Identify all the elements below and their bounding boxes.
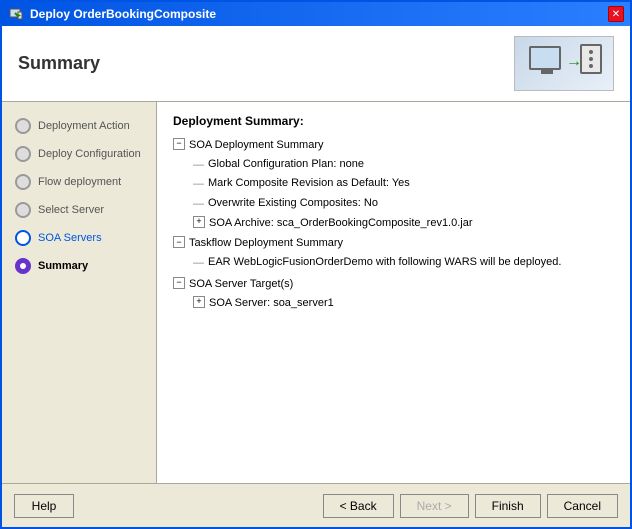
- circle-4: [15, 202, 31, 218]
- tree-label-overwrite: Overwrite Existing Composites: No: [208, 194, 378, 213]
- footer: Help < Back Next > Finish Cancel: [2, 483, 630, 527]
- tree-dash-3: —: [193, 194, 204, 214]
- tree-label-soa-target: SOA Server Target(s): [189, 275, 293, 294]
- close-button[interactable]: ✕: [608, 6, 624, 22]
- tree-label-ear: EAR WebLogicFusionOrderDemo with followi…: [208, 253, 561, 272]
- tree-label-soa-archive: SOA Archive: sca_OrderBookingComposite_r…: [209, 214, 473, 233]
- window-title: Deploy OrderBookingComposite: [30, 7, 216, 21]
- deploy-graphic: →: [524, 41, 604, 86]
- step-icon-4: [14, 201, 32, 219]
- tree-dash-4: —: [193, 253, 204, 273]
- expand-btn-soa-archive[interactable]: +: [193, 216, 205, 228]
- circle-6: [15, 258, 31, 274]
- finish-button[interactable]: Finish: [475, 494, 541, 518]
- tree-row-3: — Overwrite Existing Composites: No: [193, 194, 614, 214]
- tree-dash-2: —: [193, 174, 204, 194]
- header-area: Summary →: [2, 26, 630, 102]
- cancel-button[interactable]: Cancel: [547, 494, 618, 518]
- sidebar-label-task-flow-deployment: Flow deployment: [38, 176, 121, 188]
- step-icon-1: [14, 117, 32, 135]
- monitor-icon: [529, 46, 561, 70]
- tree-row-8: + SOA Server: soa_server1: [193, 294, 614, 313]
- sidebar-item-deployment-action: Deployment Action: [2, 112, 156, 140]
- tree-row-2: — Mark Composite Revision as Default: Ye…: [193, 174, 614, 194]
- main-panel: Deployment Summary: − SOA Deployment Sum…: [157, 102, 630, 483]
- page-title: Summary: [18, 53, 100, 74]
- tree-label-taskflow: Taskflow Deployment Summary: [189, 234, 343, 253]
- tree-row-5: − Taskflow Deployment Summary: [173, 234, 614, 253]
- step-icon-2: [14, 145, 32, 163]
- tree-label-soa-deployment: SOA Deployment Summary: [189, 136, 324, 155]
- header-graphic: →: [514, 36, 614, 91]
- window-icon: [8, 6, 24, 22]
- titlebar: Deploy OrderBookingComposite ✕: [2, 2, 630, 26]
- tree-row-6: — EAR WebLogicFusionOrderDemo with follo…: [193, 253, 614, 273]
- circle-2: [15, 146, 31, 162]
- back-button[interactable]: < Back: [323, 494, 394, 518]
- section-title: Deployment Summary:: [173, 114, 614, 128]
- tree-dash-1: —: [193, 155, 204, 175]
- server-dot-2: [589, 57, 593, 61]
- sidebar-item-task-flow-deployment: Flow deployment: [2, 168, 156, 196]
- step-icon-3: [14, 173, 32, 191]
- sidebar-item-deploy-configuration: Deploy Configuration: [2, 140, 156, 168]
- sidebar-item-summary: Summary: [2, 252, 156, 280]
- expand-btn-soa-server1[interactable]: +: [193, 296, 205, 308]
- tree-label-mark-composite: Mark Composite Revision as Default: Yes: [208, 174, 410, 193]
- sidebar-label-deploy-configuration: Deploy Configuration: [38, 148, 141, 160]
- step-icon-6: [14, 257, 32, 275]
- sidebar-label-deployment-action: Deployment Action: [38, 120, 130, 132]
- server-dot-3: [589, 64, 593, 68]
- help-button[interactable]: Help: [14, 494, 74, 518]
- deploy-window: Deploy OrderBookingComposite ✕ Summary →: [0, 0, 632, 529]
- server-dot-1: [589, 50, 593, 54]
- sidebar: Deployment Action Deploy Configuration F…: [2, 102, 157, 483]
- circle-5: [15, 230, 31, 246]
- circle-1: [15, 118, 31, 134]
- sidebar-label-soa-servers: SOA Servers: [38, 232, 102, 244]
- sidebar-item-select-server: Select Server: [2, 196, 156, 224]
- sidebar-item-soa-servers[interactable]: SOA Servers: [2, 224, 156, 252]
- server-icon: [580, 44, 602, 74]
- sidebar-label-select-server: Select Server: [38, 204, 104, 216]
- expand-btn-taskflow[interactable]: −: [173, 236, 185, 248]
- tree-row-7: − SOA Server Target(s): [173, 275, 614, 294]
- tree-row-1: — Global Configuration Plan: none: [193, 155, 614, 175]
- deployment-tree: − SOA Deployment Summary — Global Config…: [173, 136, 614, 312]
- tree-label-global-config: Global Configuration Plan: none: [208, 155, 364, 174]
- tree-row-4: + SOA Archive: sca_OrderBookingComposite…: [193, 214, 614, 233]
- tree-label-soa-server1: SOA Server: soa_server1: [209, 294, 334, 313]
- circle-3: [15, 174, 31, 190]
- expand-btn-soa-deployment[interactable]: −: [173, 138, 185, 150]
- step-icon-5: [14, 229, 32, 247]
- tree-row-0: − SOA Deployment Summary: [173, 136, 614, 155]
- expand-btn-soa-target[interactable]: −: [173, 277, 185, 289]
- next-button[interactable]: Next >: [400, 494, 469, 518]
- sidebar-label-summary: Summary: [38, 260, 88, 272]
- main-area: Deployment Action Deploy Configuration F…: [2, 102, 630, 483]
- footer-right: < Back Next > Finish Cancel: [323, 494, 618, 518]
